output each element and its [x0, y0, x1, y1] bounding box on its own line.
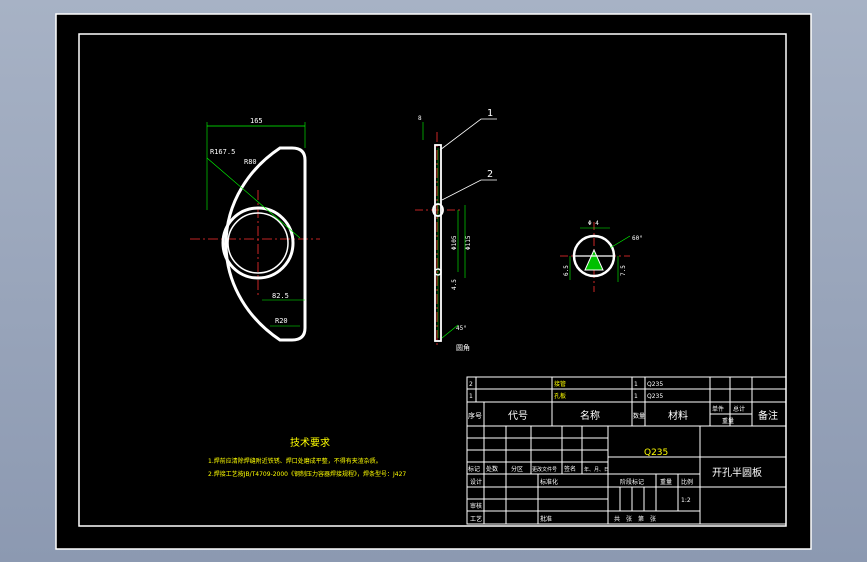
dim-detail-left-text: 6.5: [563, 265, 570, 276]
drawing-title: 开孔半圆板: [712, 466, 762, 479]
bom-header-remark: 备注: [758, 409, 778, 422]
tb-scale-value: 1:2: [681, 497, 691, 504]
bom-header-code: 代号: [508, 410, 528, 422]
dim-r-label-text: R80: [244, 158, 257, 166]
tb-review: 审核: [470, 502, 482, 510]
tb-standardize: 标准化: [540, 478, 558, 486]
bom-row-1-no: 1: [469, 393, 473, 400]
tb-date: 年、月、日: [584, 466, 609, 473]
tb-weight: 重量: [660, 478, 672, 486]
bom-row-1-name: 孔板: [554, 392, 566, 400]
dim-side-top-text: 8: [418, 115, 422, 122]
tb-sign: 签名: [564, 465, 576, 473]
dim-side-bottom-text: 4.5: [451, 279, 458, 290]
bom-row-2-name: 接管: [554, 380, 566, 388]
cad-drawing: 165 R167.5 R80 82.5 R20 1 2 8 Φ105 Φ115 …: [55, 13, 812, 550]
drawing-sheet: [55, 13, 812, 550]
weld-label-text: 圆角: [456, 343, 470, 352]
dim-width-text: 165: [250, 117, 263, 125]
tb-change-doc: 更改文件号: [532, 466, 557, 473]
balloon-2: 2: [487, 169, 493, 180]
weld-angle-text: 45°: [456, 325, 467, 332]
tb-count: 处数: [486, 465, 498, 473]
bom-row-1-qty: 1: [634, 393, 638, 400]
dim-side-a-text: Φ105: [451, 235, 458, 250]
bom-row-2-material: Q235: [647, 381, 663, 388]
bom-header-material: 材料: [668, 409, 688, 422]
dim-detail-angle-text: 60°: [632, 235, 643, 242]
bom-row-2-no: 2: [469, 381, 473, 388]
dim-corner-radius-text: R20: [275, 317, 288, 325]
tb-scale-label: 比例: [681, 478, 693, 486]
notes-line-1: 1.焊前应清除焊缝附近铁锈、焊口处磨成平整，不得有夹渣杂质。: [208, 457, 382, 465]
dim-outer-radius-text: R167.5: [210, 148, 235, 156]
tb-mark: 标记: [468, 465, 480, 473]
notes-line-2: 2.焊接工艺按JB/T4709-2000《钢制压力容器焊接规程》，焊条型号：J4…: [208, 470, 406, 478]
bom-header-qty: 数量: [633, 412, 645, 420]
tb-stage-mark: 阶段标记: [620, 478, 644, 486]
dim-detail-top-text: Φ 4: [588, 220, 599, 227]
dim-side-b-text: Φ115: [465, 235, 472, 250]
notes-heading: 技术要求: [290, 436, 330, 449]
tb-approve: 批准: [540, 515, 552, 523]
bom-header-weight: 重量: [722, 417, 734, 425]
bom-header-unit: 单件: [712, 405, 724, 413]
tb-design: 设计: [470, 478, 482, 486]
tb-process: 工艺: [470, 515, 482, 523]
dim-hole-diameter-text: 82.5: [272, 292, 289, 300]
bom-row-1-material: Q235: [647, 393, 663, 400]
bom-header-name: 名称: [580, 409, 600, 422]
bom-header-total: 总计: [733, 405, 745, 413]
tb-sheets: 共 张 第 张: [614, 515, 656, 523]
material-text: Q235: [644, 448, 668, 458]
dim-detail-right-text: 7.5: [620, 265, 627, 276]
balloon-1: 1: [487, 108, 493, 119]
bom-header-no: 序号: [468, 411, 482, 420]
tb-zone: 分区: [511, 465, 523, 473]
bom-row-2-qty: 1: [634, 381, 638, 388]
